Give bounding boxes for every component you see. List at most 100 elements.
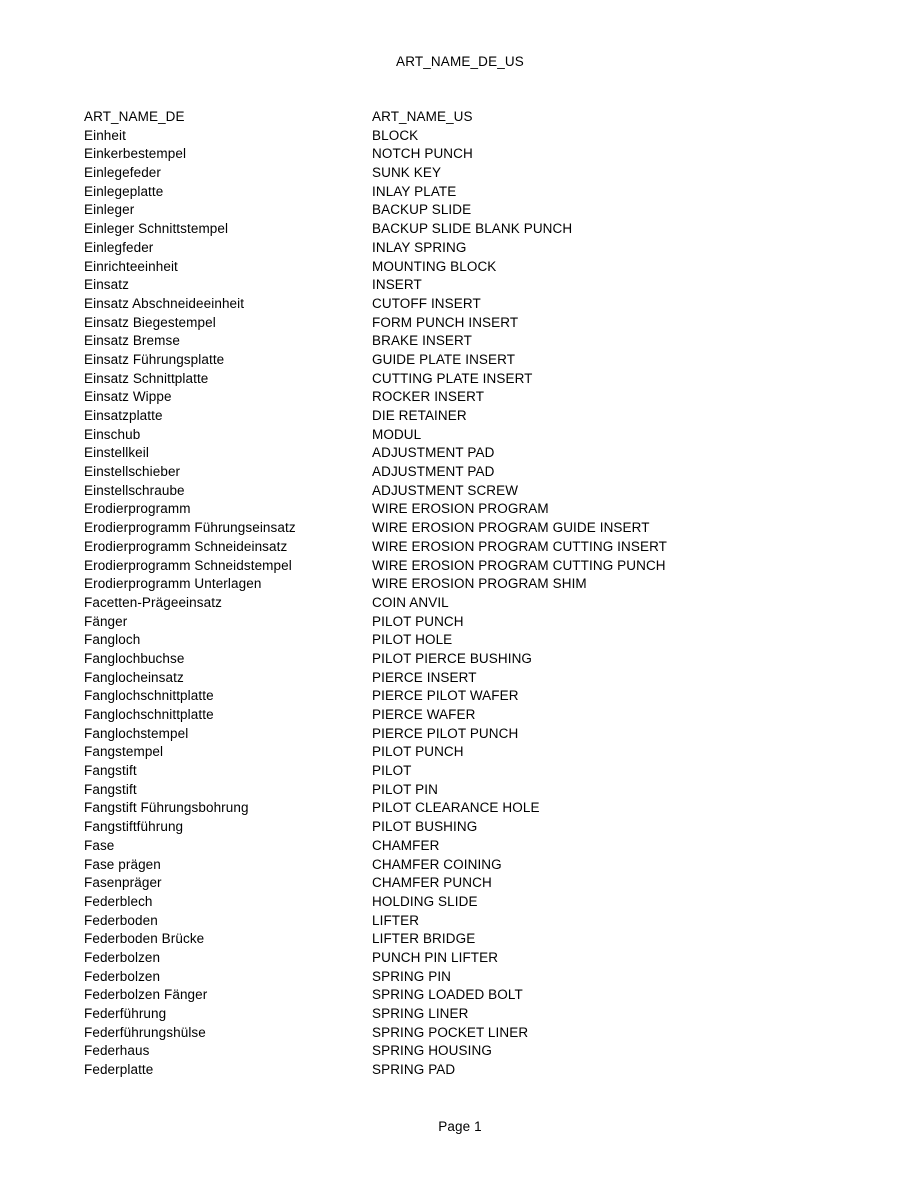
cell-art-name-us: SUNK KEY [372,165,442,181]
table-row: Einlegefeder SUNK KEY [84,164,874,183]
cell-art-name-de: Erodierprogramm [84,501,191,517]
cell-art-name-de: Fangstift [84,781,137,797]
cell-art-name-us: PILOT HOLE [372,632,453,648]
cell-art-name-us: PILOT CLEARANCE HOLE [372,800,540,816]
table-row: Fanglochstempel PIERCE PILOT PUNCH [84,725,874,744]
table-row: Erodierprogramm WIRE EROSION PROGRAM [84,500,874,519]
table-body: Einheit BLOCK Einkerbestempel NOTCH PUNCH Ei… [84,127,874,1080]
cell-art-name-de: Einkerbestempel [84,146,187,162]
cell-art-name-de: Erodierprogramm Schneidstempel [84,557,292,573]
cell-art-name-de: Einrichteeinheit [84,258,178,274]
cell-art-name-de: Fasenpräger [84,875,162,891]
cell-art-name-de: Einleger Schnittstempel [84,221,229,237]
cell-art-name-us: DIE RETAINER [372,408,467,423]
cell-art-name-us: CHAMFER [372,837,440,853]
cell-art-name-de: Fänger [84,613,128,629]
cell-art-name-de: Erodierprogramm Führungseinsatz [84,520,296,536]
cell-art-name-de: Federboden [84,912,158,928]
table-row: Federführung SPRING LINER [84,1005,874,1024]
table-row: Einsatz Bremse BRAKE INSERT [84,332,874,351]
table-row: Fangstift PILOT [84,762,874,781]
cell-art-name-de: Federführungshülse [84,1024,206,1040]
cell-art-name-us: CUTTING PLATE INSERT [372,370,533,386]
table-row: Einsatzplatte DIE RETAINER [84,407,874,426]
table-row: Federhaus SPRING HOUSING [84,1042,874,1061]
table-row: Fasenpräger CHAMFER PUNCH [84,874,874,893]
table-row: Fangstift Führungsbohrung PILOT CLEARANCE… [84,799,874,818]
cell-art-name-us: CHAMFER PUNCH [372,875,492,891]
cell-art-name-us: PIERCE INSERT [372,669,477,685]
cell-art-name-de: Fangstift [84,763,137,779]
table-row: Erodierprogramm Schneideinsatz WIRE EROSI… [84,538,874,557]
cell-art-name-us: COIN ANVIL [372,594,449,610]
table-row: Einrichteeinheit MOUNTING BLOCK [84,258,874,277]
cell-art-name-us: WIRE EROSION PROGRAM CUTTING INSERT [372,538,668,554]
translation-table: ART_NAME_DE ART_NAME_US Einheit BLOCK Eink… [84,108,874,1080]
cell-art-name-de: Erodierprogramm Schneideinsatz [84,538,288,554]
cell-art-name-us: CHAMFER COINING [372,856,502,872]
cell-art-name-us: SPRING LOADED BOLT [372,987,523,1003]
cell-art-name-us: WIRE EROSION PROGRAM [372,501,549,517]
cell-art-name-us: BACKUP SLIDE BLANK PUNCH [372,221,573,237]
table-row: Einleger BACKUP SLIDE [84,201,874,220]
table-row: Federplatte SPRING PAD [84,1061,874,1080]
table-row: Einstellkeil ADJUSTMENT PAD [84,444,874,463]
table-row: Fänger PILOT PUNCH [84,613,874,632]
table-row: Fangstempel PILOT PUNCH [84,743,874,762]
cell-art-name-de: Federplatte [84,1062,154,1078]
table-row: Einsatz INSERT [84,276,874,295]
cell-art-name-us: ADJUSTMENT PAD [372,445,495,461]
table-row: Einschub MODUL [84,426,874,445]
cell-art-name-us: FORM PUNCH INSERT [372,314,519,330]
cell-art-name-us: PIERCE PILOT PUNCH [372,725,519,741]
cell-art-name-de: Fangstempel [84,744,164,760]
table-header-row: ART_NAME_DE ART_NAME_US [84,108,874,127]
table-row: Einkerbestempel NOTCH PUNCH [84,145,874,164]
table-row: Fanglocheinsatz PIERCE INSERT [84,669,874,688]
cell-art-name-de: Federbolzen [84,949,161,965]
cell-art-name-us: NOTCH PUNCH [372,146,473,162]
cell-art-name-us: LIFTER [372,912,420,928]
cell-art-name-de: Einsatz Abschneideeinheit [84,295,245,311]
cell-art-name-us: GUIDE PLATE INSERT [372,351,516,367]
table-row: Einsatz Wippe ROCKER INSERT [84,388,874,407]
cell-art-name-us: SPRING PAD [372,1062,456,1078]
table-row: Fangstiftführung PILOT BUSHING [84,818,874,837]
cell-art-name-us: SPRING POCKET LINER [372,1024,529,1040]
table-row: Einlegfeder INLAY SPRING [84,239,874,258]
cell-art-name-de: Federblech [84,893,153,909]
cell-art-name-de: Federbolzen [84,968,161,984]
cell-art-name-us: PILOT PUNCH [372,613,464,629]
cell-art-name-us: INSERT [372,277,422,293]
cell-art-name-us: PILOT [372,763,412,779]
table-row: Fangstift PILOT PIN [84,781,874,800]
cell-art-name-de: Einstellkeil [84,445,149,461]
table-row: Einheit BLOCK [84,127,874,146]
cell-art-name-us: WIRE EROSION PROGRAM SHIM [372,576,587,592]
table-row: Fanglochschnittplatte PIERCE PILOT WAFER [84,687,874,706]
table-row: Federbolzen PUNCH PIN LIFTER [84,949,874,968]
cell-art-name-us: PILOT BUSHING [372,819,478,835]
cell-art-name-de: Einsatz Schnittplatte [84,370,209,386]
cell-art-name-de: Fanglocheinsatz [84,669,184,685]
cell-art-name-de: Fanglochbuchse [84,650,185,666]
cell-art-name-us: INLAY SPRING [372,239,467,255]
cell-art-name-de: Einsatzplatte [84,408,163,423]
cell-art-name-us: MODUL [372,426,422,442]
cell-art-name-de: Federbolzen Fänger [84,987,208,1003]
cell-art-name-de: Facetten-Prägeeinsatz [84,594,222,610]
cell-art-name-de: Einsatz Biegestempel [84,314,216,330]
cell-art-name-de: Fanglochstempel [84,725,189,741]
cell-art-name-us: PILOT PIN [372,781,438,797]
table-row: Federbolzen SPRING PIN [84,968,874,987]
table-row: Erodierprogramm Führungseinsatz WIRE EROS… [84,519,874,538]
table-row: Einsatz Biegestempel FORM PUNCH INSERT [84,314,874,333]
cell-art-name-us: SPRING LINER [372,1006,469,1021]
page-footer: Page 1 [438,1119,482,1134]
table-row: Einstellschieber ADJUSTMENT PAD [84,463,874,482]
column-header-art-name-de: ART_NAME_DE [84,109,185,124]
cell-art-name-us: WIRE EROSION PROGRAM CUTTING PUNCH [372,557,666,573]
cell-art-name-de: Einsatz [84,277,129,293]
cell-art-name-us: PILOT PIERCE BUSHING [372,650,533,666]
table-row: Federblech HOLDING SLIDE [84,893,874,912]
